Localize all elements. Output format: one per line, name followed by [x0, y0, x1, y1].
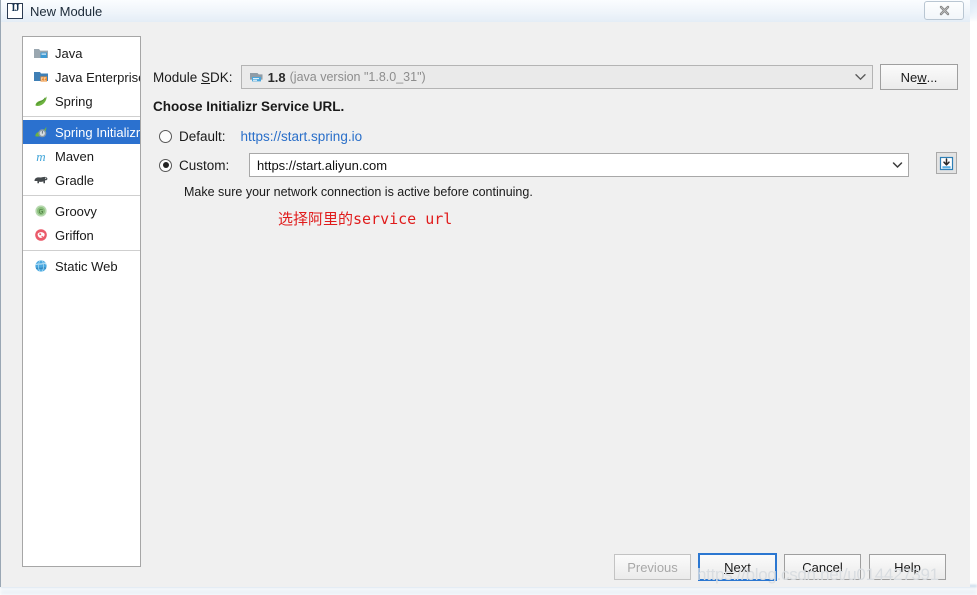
watermark-text: https://blog.csdn.net/u014427391 — [697, 565, 939, 584]
new-module-dialog: New Module Java — [0, 0, 970, 587]
close-icon[interactable] — [924, 1, 964, 20]
dialog-footer: Previous Next Cancel Help — [1, 22, 970, 587]
dialog-titlebar: New Module — [1, 0, 970, 22]
intellij-idea-icon — [7, 3, 23, 19]
dialog-title: New Module — [30, 3, 103, 19]
previous-button[interactable]: Previous — [614, 554, 691, 580]
dialog-body: Java EE Java Enterprise Spring Spring In… — [1, 22, 970, 587]
